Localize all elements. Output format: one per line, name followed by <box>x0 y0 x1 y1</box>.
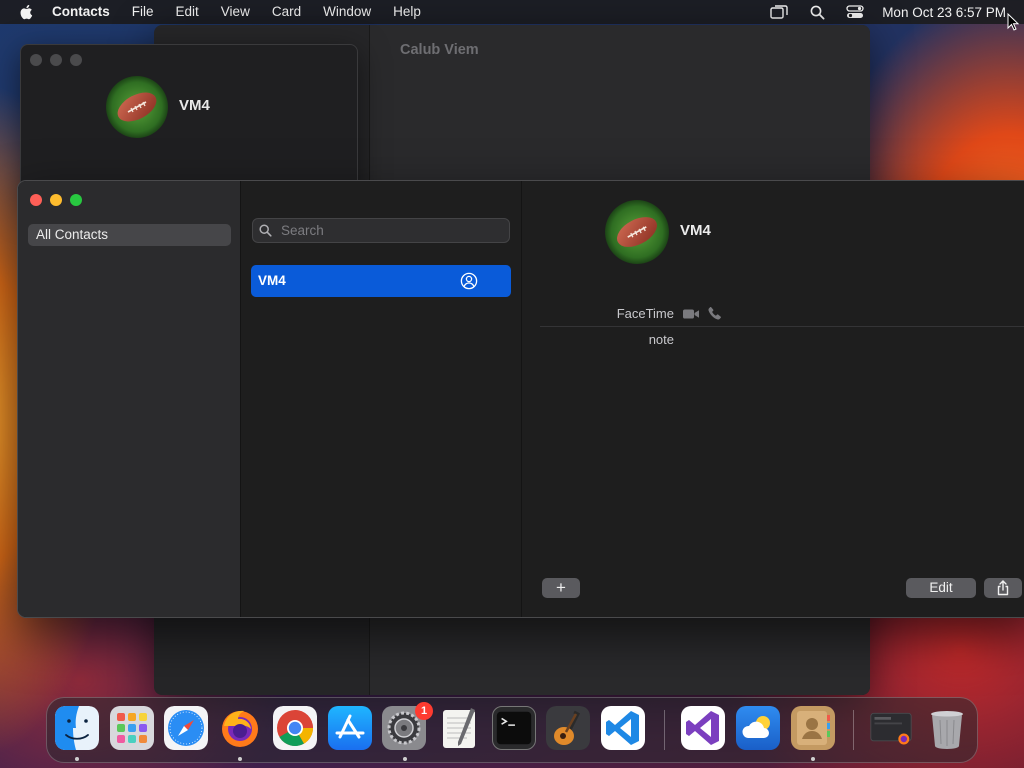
control-center-icon[interactable] <box>846 3 864 21</box>
system-settings-badge: 1 <box>415 702 433 720</box>
add-button[interactable]: + <box>542 578 580 598</box>
football-avatar-icon <box>106 76 168 138</box>
dock-downloads-stack-icon[interactable] <box>869 706 913 750</box>
contact-list-item-name: VM4 <box>258 273 286 288</box>
minimize-button[interactable] <box>50 194 62 206</box>
card-contact-name: VM4 <box>179 97 210 114</box>
note-label[interactable]: note <box>614 332 674 347</box>
facetime-video-icon[interactable] <box>682 307 700 321</box>
menu-card[interactable]: Card <box>272 0 301 24</box>
dock: 1 <box>46 697 978 763</box>
share-button[interactable] <box>984 578 1022 598</box>
close-button[interactable] <box>30 194 42 206</box>
dock-running-indicator <box>811 757 815 761</box>
facetime-label: FaceTime <box>616 306 674 321</box>
dock-app-store-icon[interactable] <box>328 706 372 750</box>
football-avatar-icon[interactable] <box>604 199 670 265</box>
search-field[interactable] <box>252 218 510 243</box>
contact-list-item[interactable]: VM4 <box>251 265 511 297</box>
close-button-inactive[interactable] <box>30 54 42 66</box>
dock-textedit-icon[interactable] <box>437 706 481 750</box>
menu-edit[interactable]: Edit <box>176 0 199 24</box>
menu-file[interactable]: File <box>132 0 154 24</box>
dock-separator <box>853 710 854 750</box>
dock-running-indicator <box>403 757 407 761</box>
dock-terminal-icon[interactable] <box>492 706 536 750</box>
dock-finder-icon[interactable] <box>55 706 99 750</box>
dock-running-indicator <box>75 757 79 761</box>
dock-separator <box>664 710 665 750</box>
dock-vscode-icon[interactable] <box>601 706 645 750</box>
dock-safari-icon[interactable] <box>164 706 208 750</box>
my-card-icon <box>460 272 478 290</box>
dock-trash-icon[interactable] <box>925 706 969 750</box>
detail-divider <box>540 326 1024 327</box>
contacts-window: All Contacts VM4 <box>17 180 1024 618</box>
mouse-cursor-icon <box>1007 13 1019 31</box>
menu-bar-clock[interactable]: Mon Oct 23 6:57 PM <box>882 5 1006 20</box>
menu-app-contacts[interactable]: Contacts <box>52 0 110 24</box>
zoom-button[interactable] <box>70 194 82 206</box>
search-input[interactable] <box>281 223 501 238</box>
inactive-window-controls <box>30 54 90 66</box>
menu-help[interactable]: Help <box>393 0 421 24</box>
contact-list-pane: VM4 <box>241 181 522 617</box>
dock-weather-icon[interactable] <box>736 706 780 750</box>
dock-firefox-icon[interactable] <box>218 706 262 750</box>
contact-name: VM4 <box>680 222 711 239</box>
minimize-button-inactive[interactable] <box>50 54 62 66</box>
menu-view[interactable]: View <box>221 0 250 24</box>
edit-button[interactable]: Edit <box>906 578 976 598</box>
background-window-title: Calub Viem <box>400 42 479 58</box>
dock-chrome-icon[interactable] <box>273 706 317 750</box>
sidebar-item-all-contacts[interactable]: All Contacts <box>28 224 231 246</box>
groups-sidebar: All Contacts <box>18 181 241 617</box>
search-icon <box>259 223 275 239</box>
dock-launchpad-icon[interactable] <box>110 706 154 750</box>
menu-bar: Contacts File Edit View Card Window Help… <box>0 0 1024 24</box>
dock-visual-studio-icon[interactable] <box>681 706 725 750</box>
screen-mirroring-icon[interactable] <box>770 3 788 21</box>
dock-running-indicator <box>238 757 242 761</box>
contact-detail-pane: VM4 FaceTime note + Edit <box>522 181 1024 617</box>
facetime-audio-icon[interactable] <box>708 306 722 320</box>
zoom-button-inactive[interactable] <box>70 54 82 66</box>
spotlight-search-icon[interactable] <box>808 3 826 21</box>
dock-contacts-icon[interactable] <box>791 706 835 750</box>
menu-window[interactable]: Window <box>323 0 371 24</box>
apple-icon[interactable] <box>18 3 36 21</box>
dock-garageband-icon[interactable] <box>546 706 590 750</box>
share-icon <box>997 580 1009 596</box>
window-controls <box>30 194 90 206</box>
